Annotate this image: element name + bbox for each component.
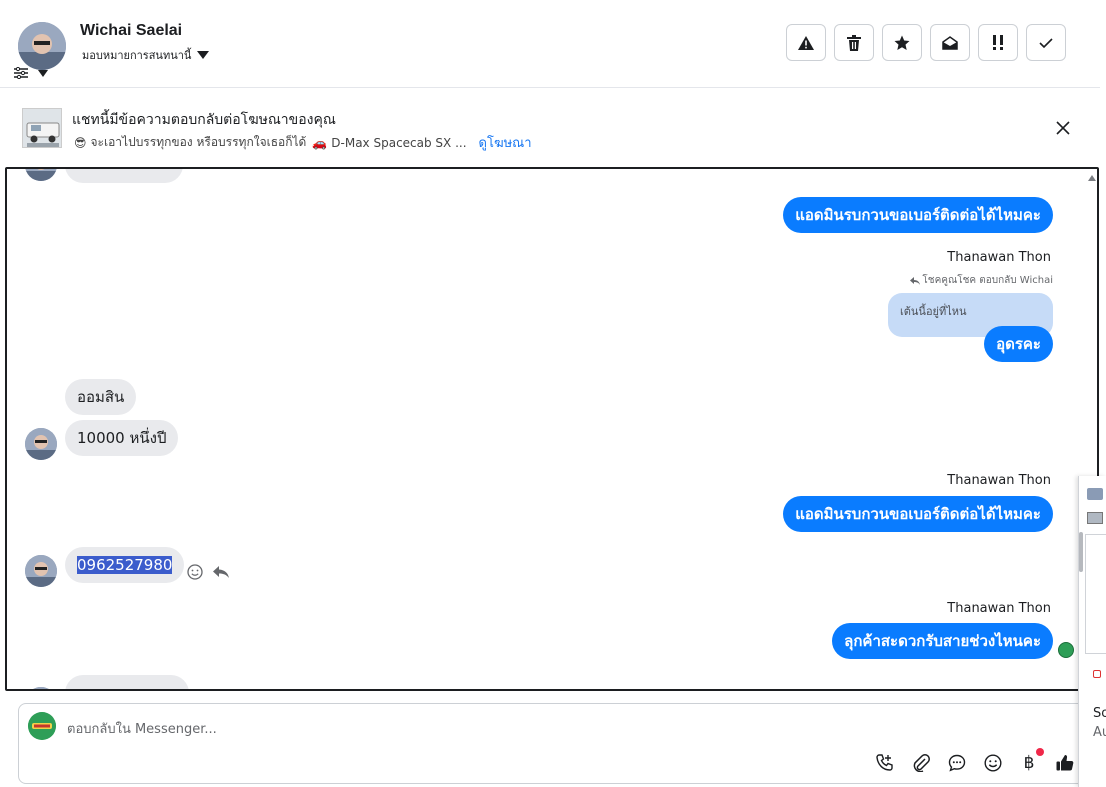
assign-conversation-dropdown[interactable]: มอบหมายการสนทนานี้ (82, 46, 210, 64)
message-bubble-incoming: 10000 หนึ่งปี (65, 420, 179, 456)
composer-toolbar: ฿ (874, 748, 1076, 774)
thumbs-up-icon (1056, 755, 1074, 771)
smiley-icon (984, 754, 1002, 772)
ad-reply-banner: แชทนี้มีข้อความตอบกลับต่อโฆษณาของคุณ 😎 จ… (0, 88, 1100, 166)
selected-phone-number[interactable]: 0962527980 (77, 556, 173, 574)
sender-name: Thanawan Thon (947, 601, 1051, 616)
sliders-icon (14, 67, 28, 79)
mark-unread-button[interactable] (930, 24, 970, 61)
assign-label: มอบหมายการสนทนานี้ (82, 49, 192, 62)
conversation-header: Wichai Saelai มอบหมายการสนทนานี้ (0, 0, 1100, 88)
saved-replies-button[interactable] (946, 752, 968, 774)
ad-banner-title: แชทนี้มีข้อความตอบกลับต่อโฆษณาของคุณ (72, 112, 336, 128)
seen-receipt-avatar (1058, 642, 1074, 658)
contact-name: Wichai Saelai (80, 22, 183, 39)
sunglasses-emoji: 😎 (74, 135, 87, 150)
attach-button[interactable] (910, 752, 932, 774)
mark-done-button[interactable] (1026, 24, 1066, 61)
contact-avatar-small (25, 555, 57, 587)
star-icon (894, 35, 910, 50)
close-icon[interactable] (1054, 119, 1072, 137)
baht-icon: ฿ (1023, 753, 1035, 773)
message-bubble-outgoing: ลุกค้าสะดวกรับสายช่วงไหนคะ (832, 623, 1053, 659)
check-icon (1039, 37, 1053, 48)
message-bubble-incoming: ออมสิน (65, 379, 137, 415)
side-thumbnail[interactable] (1087, 488, 1103, 500)
side-text: Au (1093, 725, 1106, 740)
star-button[interactable] (882, 24, 922, 61)
message-bubble-incoming (65, 675, 189, 689)
side-popup-panel (1078, 476, 1106, 787)
contact-avatar-small (25, 169, 57, 181)
contact-avatar[interactable] (18, 22, 66, 70)
sender-name: Thanawan Thon (947, 473, 1051, 488)
conversation-toolbar (786, 24, 1066, 61)
trash-icon (847, 34, 861, 51)
warning-icon (798, 35, 814, 50)
side-thumbnail[interactable] (1087, 512, 1103, 524)
side-icon (1093, 670, 1101, 678)
chat-bubble-icon (948, 754, 966, 772)
reply-icon[interactable] (213, 565, 229, 579)
call-button[interactable] (874, 752, 896, 774)
paperclip-icon (913, 754, 930, 772)
notification-dot (1036, 748, 1044, 756)
payment-button[interactable]: ฿ (1018, 748, 1044, 774)
message-composer[interactable]: ตอบกลับใน Messenger... ฿ (18, 703, 1100, 784)
reply-note: โชคคูณโชค ตอบกลับ Wichai (910, 273, 1053, 288)
open-envelope-icon (942, 35, 958, 50)
message-bubble-outgoing: แอดมินรบกวนขอเบอร์ติดต่อได้ไหมคะ (783, 197, 1053, 233)
emoji-button[interactable] (982, 752, 1004, 774)
message-bubble-outgoing: แอดมินรบกวนขอเบอร์ติดต่อได้ไหมคะ (783, 496, 1053, 532)
reply-input[interactable]: ตอบกลับใน Messenger... (67, 718, 217, 739)
reply-arrow-icon (910, 276, 921, 285)
page-avatar (28, 712, 56, 740)
caret-down-icon (38, 69, 48, 77)
scroll-up-arrow-icon[interactable] (1087, 173, 1097, 183)
side-preview-box (1085, 534, 1106, 654)
view-ad-link[interactable]: ดูโฆษณา (479, 132, 532, 153)
delete-button[interactable] (834, 24, 874, 61)
filter-dropdown[interactable] (14, 64, 54, 82)
ad-banner-subtitle: 😎 จะเอาไปบรรทุกของ หรือบรรทุกใจเธอก็ได้ … (74, 132, 532, 153)
ad-thumbnail[interactable] (22, 108, 62, 148)
message-bubble-outgoing: อุดรคะ (984, 326, 1053, 362)
message-actions (187, 564, 229, 580)
contact-avatar-small (25, 687, 57, 689)
message-thread[interactable]: แอดมินรบกวนขอเบอร์ติดต่อได้ไหมคะ Thanawa… (5, 167, 1099, 691)
reply-note-text: โชคคูณโชค ตอบกลับ Wichai (922, 275, 1053, 286)
ad-caption: จะเอาไปบรรทุกของ หรือบรรทุกใจเธอก็ได้ (90, 135, 307, 149)
ad-name: D-Max Spacecab SX ... (331, 135, 467, 150)
like-button[interactable] (1054, 752, 1076, 774)
mark-spam-button[interactable] (786, 24, 826, 61)
contact-avatar-small (25, 428, 57, 460)
car-emoji: 🚗 (312, 135, 328, 150)
caret-down-icon (197, 51, 210, 59)
phone-plus-icon (876, 754, 893, 771)
mark-important-button[interactable] (978, 24, 1018, 61)
side-scrollbar[interactable] (1079, 532, 1083, 572)
side-text: So (1093, 706, 1106, 721)
exclamation-icon (993, 34, 1003, 50)
smiley-icon[interactable] (187, 564, 203, 580)
messenger-inbox: Wichai Saelai มอบหมายการสนทนานี้ แชทนี้ม… (0, 0, 1106, 787)
message-bubble-incoming (65, 169, 183, 183)
message-bubble-incoming[interactable]: 0962527980 (65, 547, 185, 583)
sender-name: Thanawan Thon (947, 250, 1051, 265)
